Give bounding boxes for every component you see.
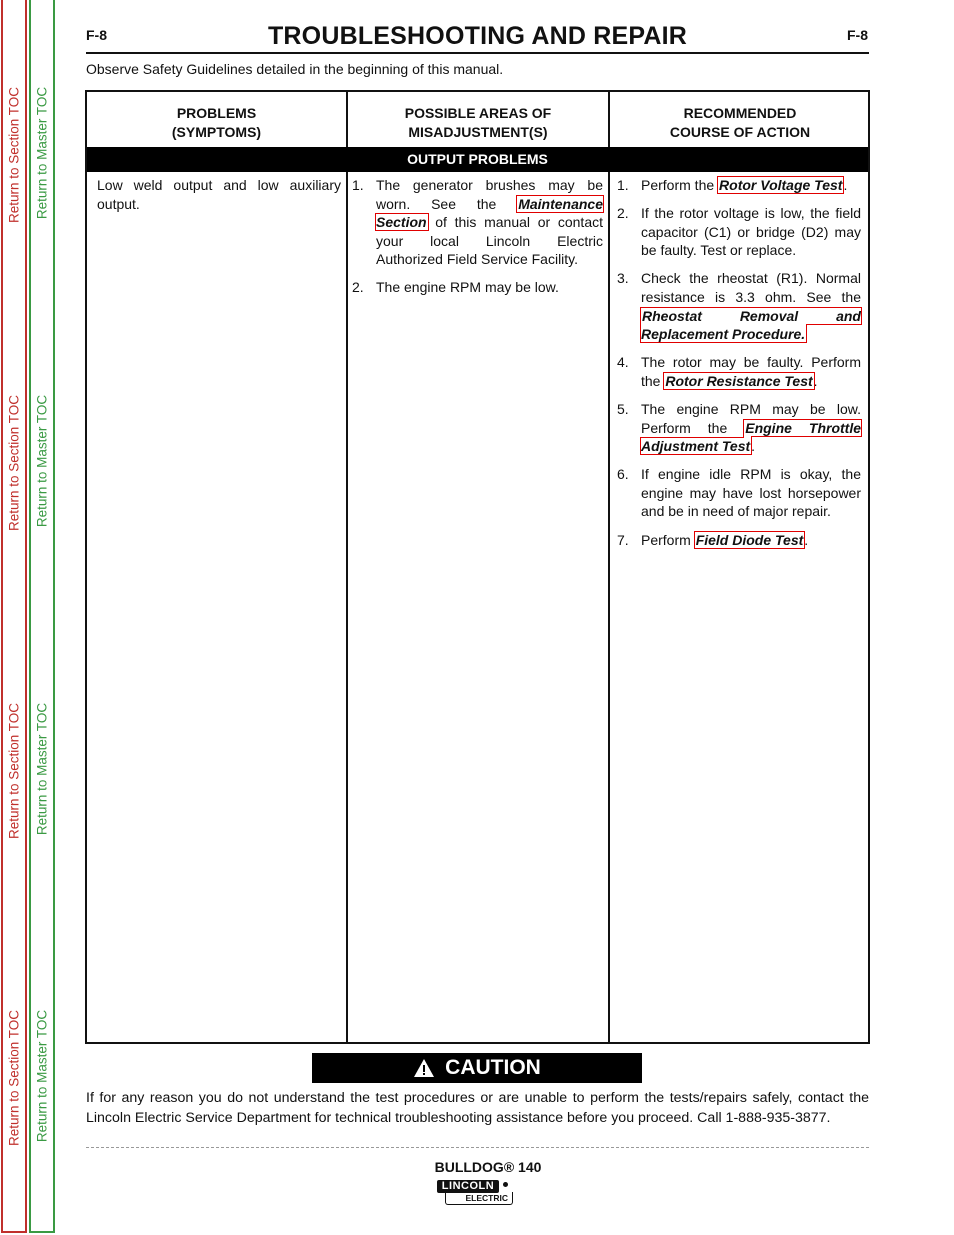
troubleshooting-table: PROBLEMS (SYMPTOMS) POSSIBLE AREAS OF MISA… [85,90,870,1044]
action-item: 4. The rotor may be faulty. Perform the R… [617,353,861,390]
item-text: The generator brushes may be worn. See t… [375,177,604,268]
item-number: 4. [617,354,629,371]
procedure-link[interactable]: Engine Throttle Adjustment Test [640,418,862,456]
toc-link-label: Return to Section TOC [6,702,22,840]
page-code-right: F-8 [847,27,868,43]
toc-link-label: Return to Section TOC [6,394,22,532]
header-line: PROBLEMS [176,105,257,121]
problem-cell: Low weld output and low auxiliary output… [97,177,341,212]
item-text: If the rotor voltage is low, the field c… [641,205,861,259]
procedure-link[interactable]: Rheostat Removal and Replacement Procedu… [640,306,862,344]
caution-banner: CAUTION [312,1053,642,1083]
lincoln-electric-logo: LINCOLN ELECTRIC [437,1180,517,1208]
header-line: POSSIBLE AREAS OF [404,105,552,121]
model-name: BULLDOG® 140 [434,1159,542,1175]
item-text: Check the rheostat (R1). Normal resistan… [640,270,862,344]
toc-link-label: Return to Master TOC [34,86,50,220]
master-toc-bar: Return to Master TOC Return to Master TO… [29,0,55,1233]
toc-link-label: Return to Master TOC [34,702,50,836]
action-list: 1. Perform the Rotor Voltage Test. 2. If th… [617,176,862,559]
item-text: The engine RPM may be low. [376,279,559,296]
item-text: The engine RPM may be low. Perform the E… [640,400,862,456]
procedure-link[interactable]: Rotor Voltage Test [717,176,845,194]
item-number: 2. [617,205,629,222]
misadjustment-item: 2. The engine RPM may be low. [352,278,603,297]
procedure-link[interactable]: Maintenance Section [375,194,604,232]
column-header-problems: PROBLEMS (SYMPTOMS) [87,98,346,148]
header-line: COURSE OF ACTION [669,124,811,140]
section-band: OUTPUT PROBLEMS [87,147,868,172]
section-toc-bar: Return to Section TOC Return to Section … [1,0,27,1233]
logo-electric-text: ELECTRIC [445,1192,513,1205]
action-item: 2. If the rotor voltage is low, the field… [617,204,861,260]
item-text: Perform the Rotor Voltage Test. [641,176,848,194]
item-number: 7. [617,531,629,548]
action-item: 6. If engine idle RPM is okay, the engine… [617,465,861,521]
caution-label: CAUTION [445,1056,541,1079]
procedure-link[interactable]: Field Diode Test [693,530,806,549]
item-text: Perform Field Diode Test. [641,530,809,549]
header-line: (SYMPTOMS) [171,124,262,140]
title-rule [86,52,869,54]
column-divider [346,92,348,1042]
item-text: The rotor may be faulty. Perform the Rot… [641,354,861,390]
toc-link-label: Return to Section TOC [6,1009,22,1147]
item-text: If engine idle RPM is okay, the engine m… [641,466,861,520]
column-divider [608,92,610,1042]
item-number: 1. [352,177,364,193]
action-item: 1. Perform the Rotor Voltage Test. [617,176,861,195]
item-number: 6. [617,466,629,483]
action-item: 7. Perform Field Diode Test. [617,530,861,550]
item-number: 2. [352,279,364,296]
item-number: 3. [617,270,629,287]
toc-link-label: Return to Master TOC [34,1009,50,1143]
registered-mark-icon [503,1182,508,1187]
toc-link-label: Return to Master TOC [34,394,50,528]
action-item: 3. Check the rheostat (R1). Normal resist… [617,269,862,344]
header-line: RECOMMENDED [683,105,797,121]
page-title: TROUBLESHOOTING AND REPAIR [267,22,688,50]
misadjustment-item: 1. The generator brushes may be worn. See… [352,176,604,269]
footer-divider [86,1147,869,1148]
item-number: 1. [617,177,629,193]
warning-triangle-icon [414,1059,435,1077]
misadjustment-list: 1. The generator brushes may be worn. See… [352,176,604,307]
safety-note: Observe Safety Guidelines detailed in th… [86,61,504,77]
action-item: 5. The engine RPM may be low. Perform the… [617,400,862,456]
caution-text: If for any reason you do not understand … [86,1090,869,1126]
item-number: 5. [617,400,629,417]
procedure-link[interactable]: Rotor Resistance Test [663,371,815,390]
column-header-actions: RECOMMENDED COURSE OF ACTION [610,98,870,148]
toc-link-label: Return to Section TOC [6,86,22,224]
column-header-misadjustments: POSSIBLE AREAS OF MISADJUSTMENT(S) [348,98,608,148]
header-line: MISADJUSTMENT(S) [408,124,548,140]
